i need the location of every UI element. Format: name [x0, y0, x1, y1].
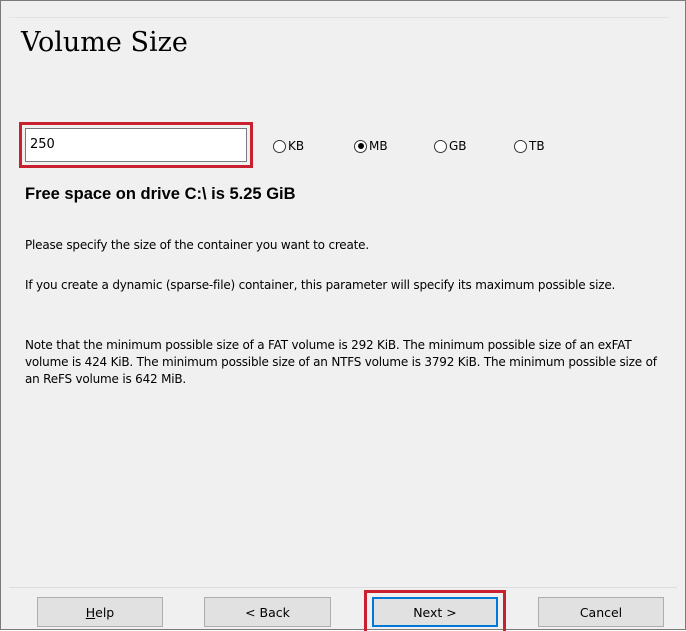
- radio-mb-circle[interactable]: [354, 139, 367, 153]
- back-button[interactable]: < Back: [204, 597, 331, 627]
- free-space-text: Free space on drive C:\ is 5.25 GiB: [25, 185, 296, 203]
- minimum-size-note: Note that the minimum possible size of a…: [25, 338, 657, 386]
- radio-kb-circle[interactable]: [273, 139, 286, 153]
- radio-mb-label: MB: [369, 139, 388, 153]
- radio-kb-label: KB: [288, 139, 305, 153]
- top-divider: [9, 17, 669, 18]
- button-divider: [9, 587, 677, 588]
- radio-selected-dot: [357, 143, 364, 149]
- radio-gb-label: GB: [449, 139, 467, 153]
- instruction-text: Please specify the size of the container…: [25, 238, 369, 252]
- radio-tb-circle[interactable]: [514, 139, 527, 153]
- size-input[interactable]: [25, 128, 247, 162]
- radio-gb[interactable]: GB: [434, 136, 467, 156]
- next-button[interactable]: Next >: [372, 597, 498, 627]
- radio-tb[interactable]: TB: [514, 136, 545, 156]
- cancel-button[interactable]: Cancel: [538, 597, 664, 627]
- help-button-label: elp: [95, 604, 115, 620]
- radio-mb[interactable]: MB: [354, 136, 388, 156]
- radio-tb-label: TB: [529, 139, 545, 153]
- page-title: Volume Size: [21, 27, 188, 58]
- radio-kb[interactable]: KB: [273, 136, 304, 156]
- radio-gb-circle[interactable]: [434, 139, 447, 153]
- help-button-mnemonic: H: [85, 604, 96, 620]
- volume-size-dialog: Volume Size KB MB GB TB Free space on dr…: [0, 0, 686, 631]
- help-button[interactable]: Help: [37, 597, 163, 627]
- dynamic-container-note: If you create a dynamic (sparse-file) co…: [25, 278, 616, 292]
